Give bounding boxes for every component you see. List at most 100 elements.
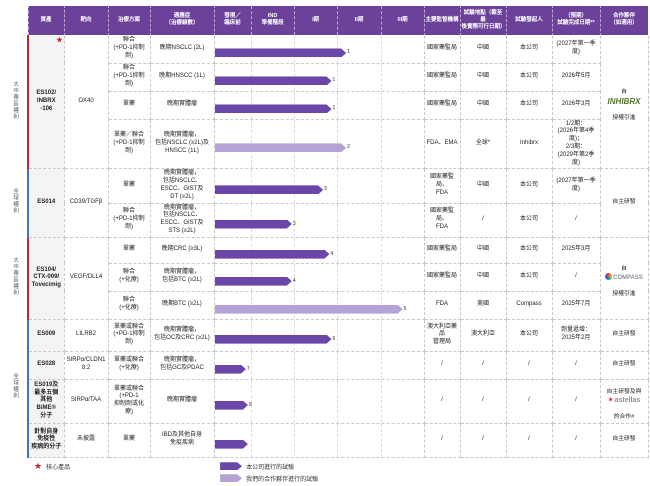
col-header-target: 靶向 <box>63 5 109 36</box>
rights-label: 大中華區權利 <box>12 80 19 120</box>
legend-company-trial-label: 本公司進行的試驗 <box>246 464 295 471</box>
inhibrx-logo: INHIBRX <box>607 96 641 106</box>
partner-cell-inhouse: 自主研發 <box>599 318 649 352</box>
footnote-marker: 6 <box>332 335 336 342</box>
col-header-phases: 發現／ 臨床前 IND 準備階段 I期 II期 III期 <box>213 5 425 36</box>
regimen-cell: 單藥 <box>107 90 151 120</box>
indication-cell: 晚期CRC (≥3L) <box>149 236 215 264</box>
legend-core-product-label: 核心產品 <box>46 464 71 471</box>
date-cell: / <box>551 378 601 424</box>
core-product-star-icon: ★ <box>56 36 63 44</box>
trial-row-es009: 全球權利 ES009 LILRB2 單藥或聯合 (+PD-1抑制劑) 晚期實體瘤… <box>2 318 649 458</box>
footnote-marker: 2 <box>347 144 350 151</box>
compass-icon <box>605 273 613 281</box>
asset-name: ES102/ INBRX -106 <box>36 90 57 112</box>
regimen-cell: 聯合 (+化療) <box>107 290 151 320</box>
phase-progress-cell: 1 <box>213 34 425 64</box>
date-cell: / <box>551 262 601 292</box>
col-header-discovery-preclinical: 發現／ 臨床前 <box>224 13 241 27</box>
sponsor-cell: 本公司 <box>505 62 553 92</box>
compass-logo: COMPASS <box>603 273 646 283</box>
partner-text-suffix: 授權引進 <box>612 114 636 121</box>
col-header-phase1: I期 <box>293 6 337 35</box>
rights-label: 大中華區權利 <box>12 256 19 296</box>
location-cell: 中國 <box>459 62 507 92</box>
col-header-partner: 合作夥伴 （如適用） <box>599 5 649 36</box>
regulator-cell: 國家藥監局 <box>423 236 461 264</box>
partner-text-suffix: 授權引進 <box>612 290 636 297</box>
trial-phase-bar <box>215 185 324 194</box>
partner-text-prefix: 自 <box>621 265 627 272</box>
sponsor-cell: 本公司 <box>505 168 553 204</box>
rights-rail-global-1: 全球權利 <box>2 168 29 238</box>
regulator-cell: FDA、EMA <box>423 118 461 170</box>
regulator-cell: / <box>423 422 461 458</box>
phase-progress-cell: 2 <box>213 118 425 170</box>
trial-row-es019: ES019及 最多五個 其他BiME® 分子 SIRPα/TAA 單藥或聯合 (… <box>2 378 649 424</box>
astellas-star-icon: ✶ <box>607 397 614 405</box>
footnote-marker: 5 <box>403 305 407 312</box>
col-header-indication: 適應症 （治療線數） <box>149 5 215 36</box>
date-cell: / <box>551 202 601 238</box>
trial-row-es104-crc: 大中華區權利 ES104/ CTX-009/ Tovecimig VEGF/DL… <box>2 236 649 320</box>
phase-progress-cell <box>213 422 425 458</box>
rail-header-spacer <box>2 5 28 36</box>
phase-progress-cell: 7 <box>213 350 425 380</box>
indication-cell: 晚期實體瘤， 包括NSCLC、 ESCC、GIST及 STS (≥2L) <box>149 202 215 238</box>
trial-row-es014-mono: 全球權利 ES014 CD39/TGFβ 單藥 晚期實體瘤， 包括NSCLC、 … <box>2 168 649 238</box>
location-cell: 澳大利亞 <box>459 318 507 352</box>
date-cell: 2025年7月 <box>551 290 601 320</box>
location-cell: 美國 <box>459 290 507 320</box>
footnote-marker: 1 <box>332 77 336 84</box>
regulator-cell: / <box>423 378 461 424</box>
indication-cell: 晚期實體瘤， 包括NSCLC (≥2L)及 HNSCC (1L) <box>149 118 215 170</box>
sponsor-cell: 本公司 <box>505 90 553 120</box>
regulator-cell: 國家藥監局 <box>423 34 461 64</box>
date-cell: 劑量遞增： 2025年2月 <box>551 318 601 352</box>
trial-row-es102-nsclc: 大中華區權利 ★ ES102/ INBRX -106 OX40 聯合 (+PD-1… <box>2 34 649 170</box>
sponsor-cell: / <box>505 378 553 424</box>
indication-cell: 晚期實體瘤， 包括GC及PDAC <box>149 350 215 380</box>
trial-phase-bar <box>215 365 246 374</box>
sponsor-cell: 本公司 <box>505 262 553 292</box>
trial-phase-bar <box>215 335 332 344</box>
regimen-cell: 聯合 (+PD-1抑制劑) <box>107 202 151 238</box>
col-header-location: 試驗地點（截至最 後實際可行日期） <box>459 5 507 36</box>
col-header-regimen: 治療方案 <box>107 5 151 36</box>
partner-bar-swatch <box>220 474 242 482</box>
partner-cell-inhibrx: 自 INHIBRX 授權引進 <box>599 34 649 170</box>
regimen-cell: 單藥 <box>107 168 151 204</box>
indication-cell: 晚期HNSCC (1L) <box>149 62 215 92</box>
location-cell: 中國 <box>459 90 507 120</box>
rights-label: 全球權利 <box>12 188 19 215</box>
trial-phase-bar <box>215 250 330 259</box>
partner-text-prefix: 自主研發及與 <box>606 388 642 395</box>
regimen-cell: 單藥或聯合 (+化療) <box>107 350 151 380</box>
phase-progress-cell: 4 <box>213 262 425 292</box>
phase-progress-cell: 3 <box>213 202 425 238</box>
compass-logo-text: COMPASS <box>613 275 643 282</box>
target-cell-cd39-tgfb: CD39/TGFβ <box>63 168 109 238</box>
rights-rail-greater-china-1: 大中華區權利 <box>2 35 29 169</box>
target-cell-undisclosed: 未披露 <box>63 422 109 458</box>
location-cell: 中國 <box>459 236 507 264</box>
indication-cell: 晚期實體瘤， 包括BTC (≥2L) <box>149 262 215 292</box>
date-cell: 2025年3月 <box>551 236 601 264</box>
regimen-cell: 單藥 <box>107 236 151 264</box>
trial-phase-bar <box>215 440 248 449</box>
astellas-logo: ✶astellas <box>603 396 646 406</box>
location-cell: 全球* <box>459 118 507 170</box>
footnote-marker: 3 <box>292 220 296 227</box>
date-cell: / <box>551 422 601 458</box>
phase-progress-cell: 1 <box>213 90 425 120</box>
footnote-marker: 8 <box>248 401 252 408</box>
asset-cell-es019: ES019及 最多五個 其他BiME® 分子 <box>27 378 65 424</box>
company-bar-swatch <box>220 462 242 470</box>
trial-phase-bar <box>215 104 332 113</box>
sponsor-cell: Compass <box>505 290 553 320</box>
indication-cell: 晚期NSCLC (2L) <box>149 34 215 64</box>
sponsor-cell: / <box>505 422 553 458</box>
indication-cell: 晚期實體瘤 <box>149 378 215 424</box>
asset-cell-es102: ★ ES102/ INBRX -106 <box>27 34 65 170</box>
location-cell: / <box>459 202 507 238</box>
